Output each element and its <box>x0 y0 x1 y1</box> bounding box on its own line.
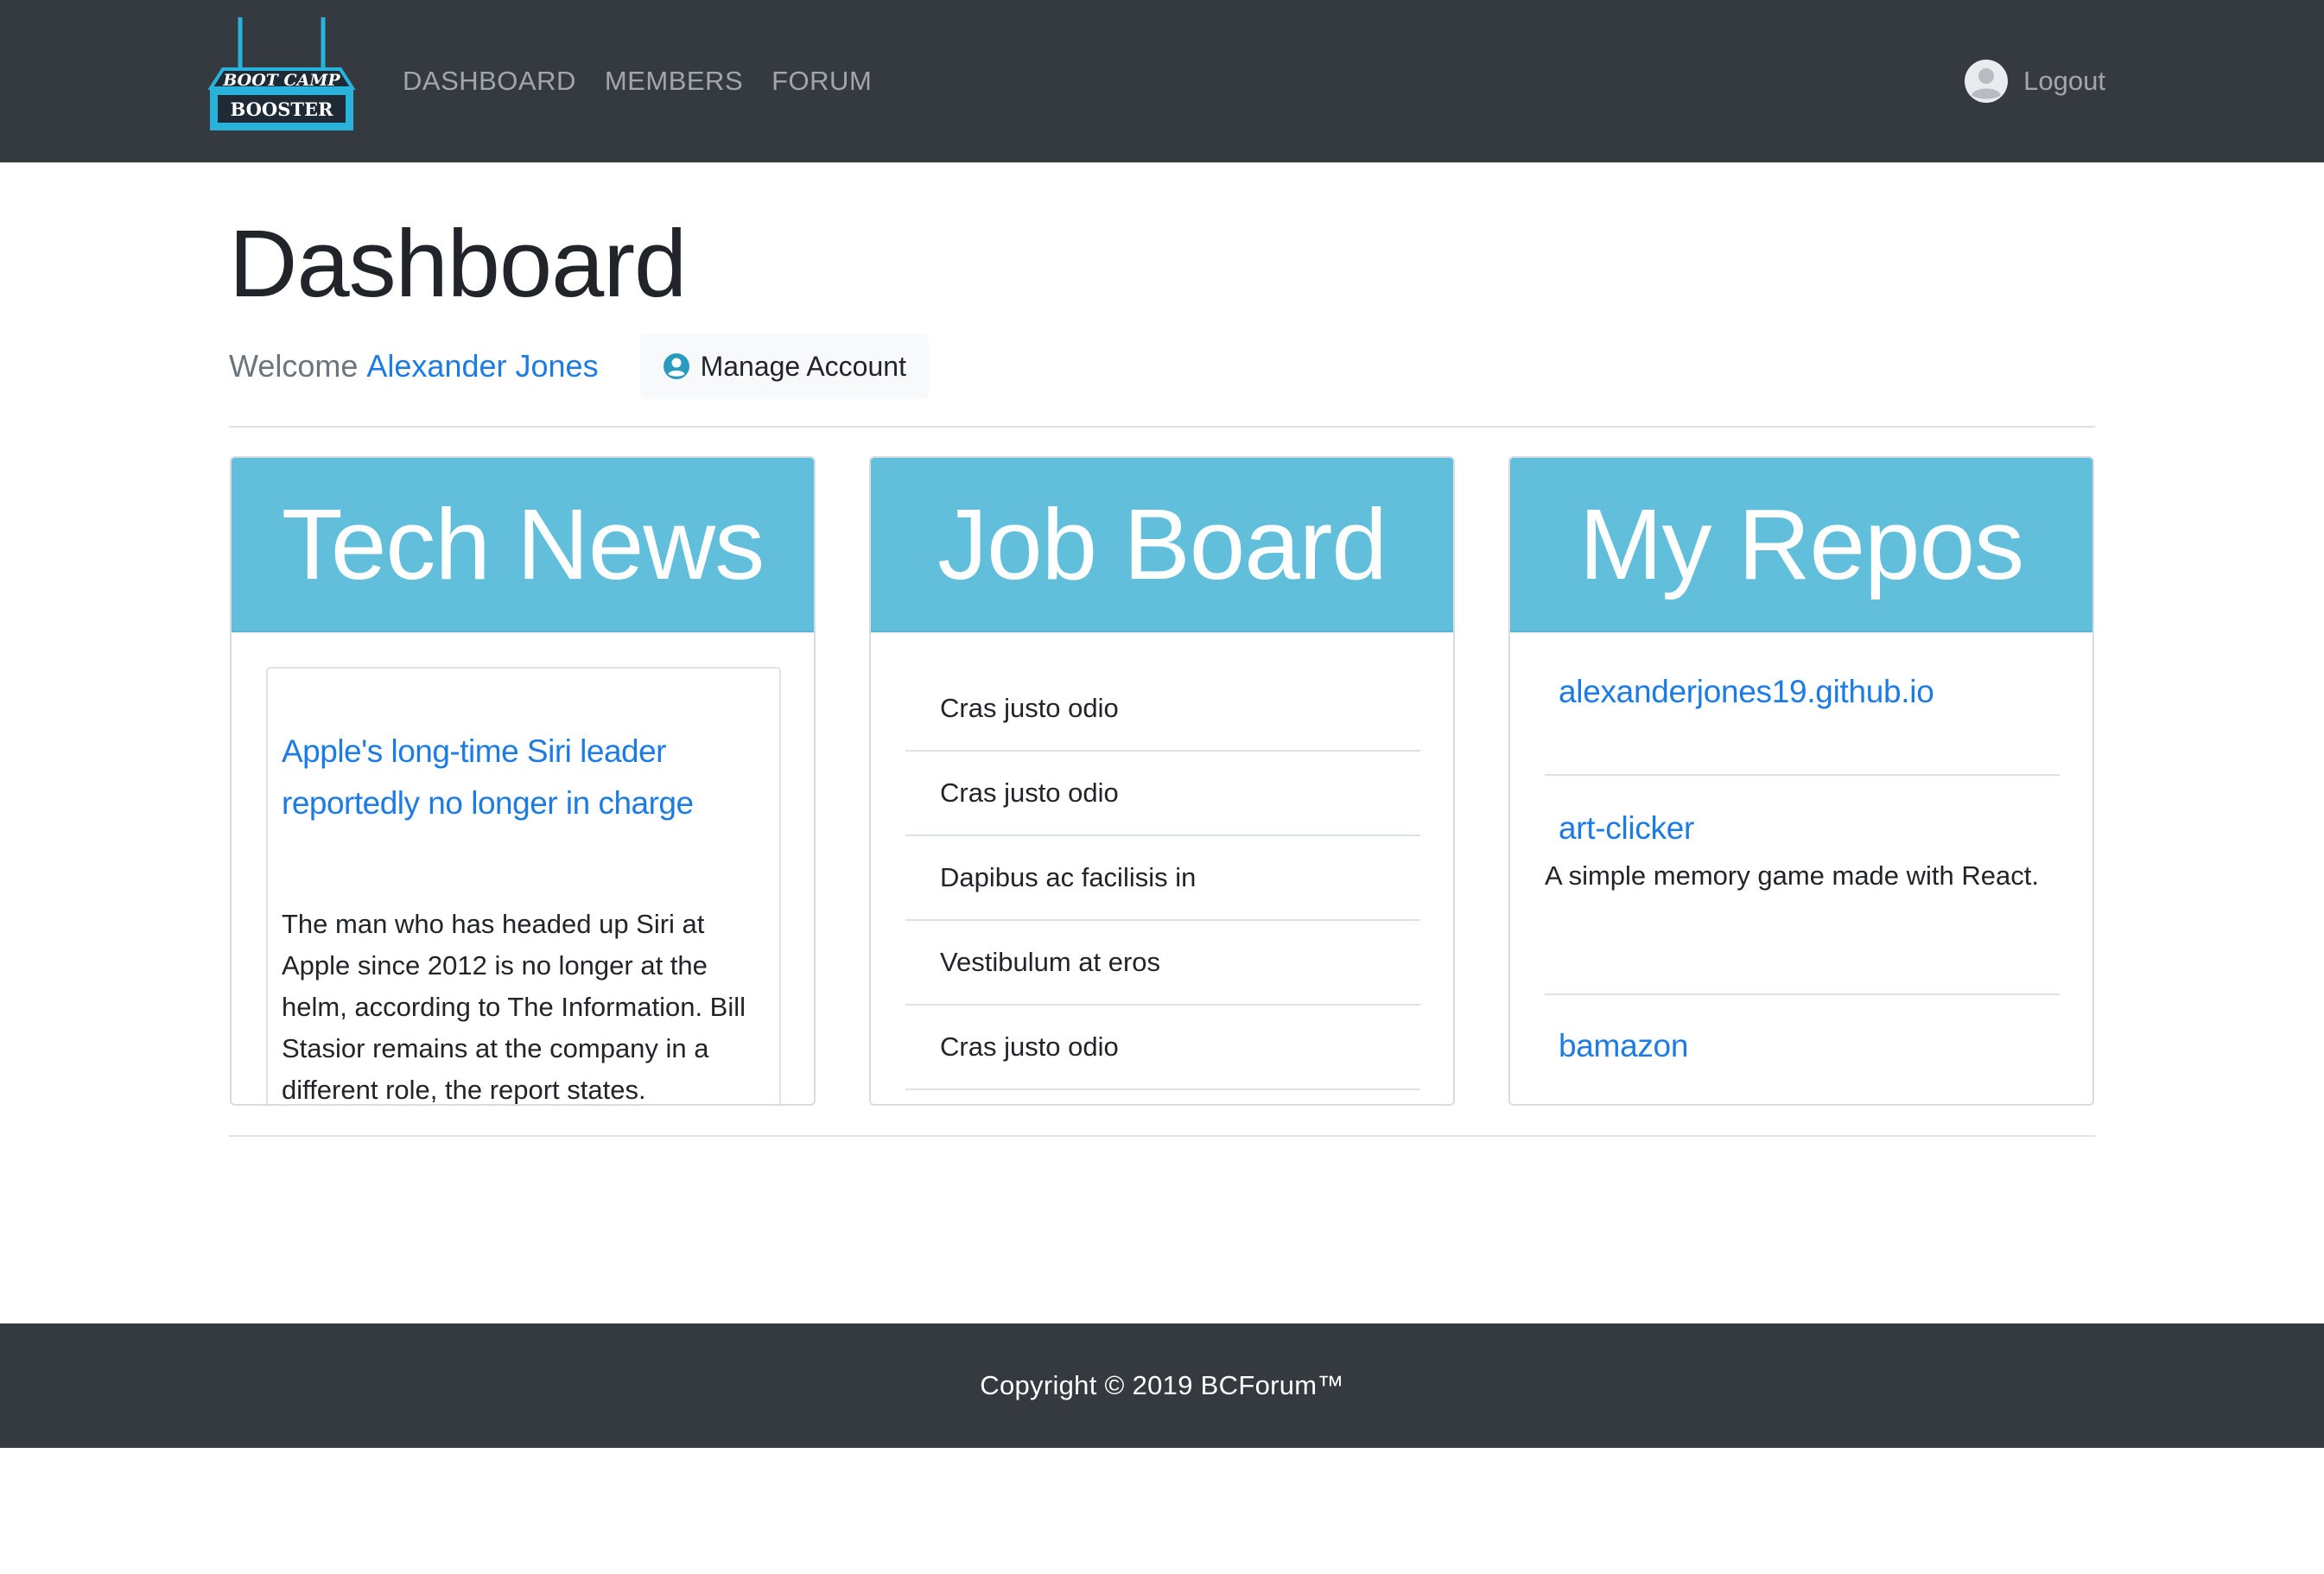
tech-news-body[interactable]: Apple's long-time Siri leader reportedly… <box>232 632 814 1105</box>
job-list-item[interactable]: Cras justo odio <box>905 1006 1420 1090</box>
nav-links: DASHBOARD MEMBERS FORUM <box>403 0 900 162</box>
logout-link[interactable]: Logout <box>2023 66 2105 97</box>
nav-link-forum[interactable]: FORUM <box>771 66 872 97</box>
page-title: Dashboard <box>229 211 687 317</box>
copyright-text: Copyright © 2019 BCForum™ <box>980 1370 1344 1400</box>
content-divider <box>229 1135 2095 1137</box>
repo-list: alexanderjones19.github.io art-clicker A… <box>1545 632 2060 1064</box>
logo-line1: BOOT CAMP <box>222 71 340 90</box>
logo-line2: BOOSTER <box>231 98 334 120</box>
repo-link[interactable]: art-clicker <box>1545 810 2060 847</box>
nav-link-dashboard[interactable]: DASHBOARD <box>403 66 576 97</box>
repo-item: bamazon <box>1545 995 2060 1064</box>
my-repos-body[interactable]: alexanderjones19.github.io art-clicker A… <box>1510 632 2092 1104</box>
user-area: Logout <box>1965 0 2105 162</box>
welcome-row: Welcome Alexander Jones Manage Account <box>229 333 929 399</box>
repo-item: art-clicker A simple memory game made wi… <box>1545 776 2060 995</box>
user-circle-icon <box>663 353 689 379</box>
repo-description: A simple memory game made with React. <box>1545 860 2039 891</box>
nav-link-members[interactable]: MEMBERS <box>605 66 743 97</box>
news-article: Apple's long-time Siri leader reportedly… <box>266 667 781 1105</box>
repo-link[interactable]: bamazon <box>1545 1028 2060 1064</box>
job-board-title: Job Board <box>937 488 1387 600</box>
job-board-body: Cras justo odio Cras justo odio Dapibus … <box>871 632 1453 1104</box>
tech-news-card-header: Tech News <box>232 458 814 632</box>
job-list-item[interactable]: Cras justo odio <box>905 752 1420 836</box>
tech-news-title: Tech News <box>281 488 765 600</box>
news-summary: The man who has headed up Siri at Apple … <box>282 909 746 1105</box>
job-list: Cras justo odio Cras justo odio Dapibus … <box>905 667 1420 1090</box>
my-repos-title: My Repos <box>1578 488 2024 600</box>
footer: Copyright © 2019 BCForum™ <box>0 1323 2324 1448</box>
bootcamp-booster-logo[interactable]: BOOT CAMP BOOSTER <box>207 16 356 135</box>
repo-item: alexanderjones19.github.io <box>1545 632 2060 776</box>
manage-account-label: Manage Account <box>700 350 906 382</box>
job-board-card: Job Board Cras justo odio Cras justo odi… <box>869 456 1455 1106</box>
job-list-item[interactable]: Vestibulum at eros <box>905 921 1420 1006</box>
tech-news-card: Tech News Apple's long-time Siri leader … <box>230 456 816 1106</box>
top-navbar: BOOT CAMP BOOSTER DASHBOARD MEMBERS FORU… <box>0 0 2324 162</box>
header-divider <box>229 426 2095 428</box>
manage-account-button[interactable]: Manage Account <box>639 333 929 399</box>
news-headline-link[interactable]: Apple's long-time Siri leader reportedly… <box>282 726 765 829</box>
job-list-item[interactable]: Dapibus ac facilisis in <box>905 836 1420 921</box>
my-repos-card-header: My Repos <box>1510 458 2092 632</box>
user-name-link[interactable]: Alexander Jones <box>366 348 598 384</box>
job-board-card-header: Job Board <box>871 458 1453 632</box>
welcome-text: Welcome <box>229 348 359 384</box>
repo-link[interactable]: alexanderjones19.github.io <box>1545 674 2060 710</box>
user-avatar-icon[interactable] <box>1965 60 2009 103</box>
my-repos-card: My Repos alexanderjones19.github.io art-… <box>1508 456 2094 1106</box>
job-list-item[interactable]: Cras justo odio <box>905 667 1420 752</box>
